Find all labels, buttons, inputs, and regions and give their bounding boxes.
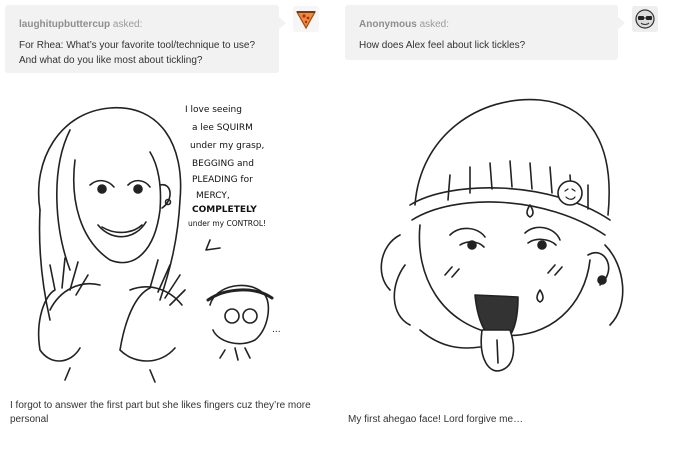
comic-text-line: under my grasp, [190, 141, 264, 151]
avatar [632, 6, 658, 32]
comic-text-line: MERCY, [196, 191, 230, 201]
comic-text-line: COMPLETELY [192, 205, 257, 215]
comic-text-line: under my CONTROL! [188, 219, 266, 228]
pizza-slice-icon [293, 6, 319, 32]
asker-line: Anonymous asked: [359, 17, 604, 32]
sunglasses-face-icon [632, 6, 658, 32]
comic-text-line: PLEADING for [192, 175, 253, 185]
question-text: How does Alex feel about lick tickles? [359, 40, 526, 51]
ask-bubble: Anonymous asked: How does Alex feel abou… [345, 5, 625, 60]
post-caption: I forgot to answer the first part but sh… [10, 400, 311, 425]
comic-small-text: ... [272, 325, 281, 335]
post-caption: My first ahegao face! Lord forgive me… [348, 414, 524, 425]
asked-label: asked: [419, 19, 450, 30]
asker-name-link[interactable]: laughitupbuttercup [19, 19, 110, 30]
comic-drawing-rhea: I love seeing a lee SQUIRM under my gras… [37, 105, 281, 383]
asked-label: asked: [112, 19, 143, 30]
avatar[interactable] [293, 6, 319, 32]
asker-line: laughitupbuttercup asked: [19, 17, 265, 32]
comic-text-line: a lee SQUIRM [192, 123, 253, 133]
ask-bubble: laughitupbuttercup asked: For Rhea: What… [5, 5, 286, 73]
question-text: For Rhea: What’s your favorite tool/tech… [19, 40, 256, 66]
comic-text-line: I love seeing [185, 105, 242, 115]
comic-text-line: BEGGING and [192, 159, 254, 169]
comic-drawing-alex [380, 98, 624, 372]
asker-name: Anonymous [359, 19, 417, 30]
